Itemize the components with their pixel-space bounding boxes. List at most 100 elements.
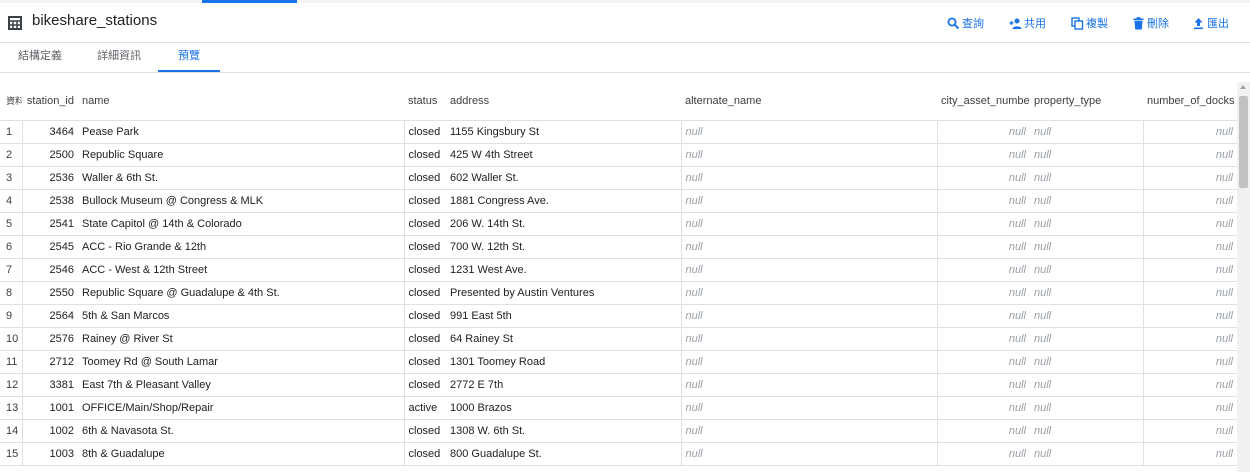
table-row: 6 2545 ACC - Rio Grande & 12th closed 700 W.…: [0, 235, 1237, 259]
cell-number_of_docks: null: [1142, 442, 1237, 466]
cell-status: closed: [403, 258, 446, 282]
cell-address: 1308 W. 6th St.: [446, 419, 681, 443]
table-body: 1 3464 Pease Park closed 1155 Kingsbury St nu…: [0, 120, 1237, 466]
cell-property_type: null: [1030, 281, 1143, 305]
cell-station_id: 2538: [21, 189, 78, 213]
column-header-station_id[interactable]: station_id: [22, 82, 78, 121]
row-number-cell: 12: [0, 373, 22, 397]
share-label: 共用: [1024, 18, 1046, 30]
row-number-cell: 11: [0, 350, 22, 374]
cell-name: State Capitol @ 14th & Colorado: [78, 212, 404, 236]
tab-preview[interactable]: 預覽: [158, 43, 220, 72]
cell-property_type: null: [1030, 350, 1143, 374]
cell-number_of_docks: null: [1142, 258, 1237, 282]
cell-name: Republic Square @ Guadalupe & 4th St.: [78, 281, 404, 305]
cell-name: Toomey Rd @ South Lamar: [78, 350, 404, 374]
cell-alternate_name: null: [680, 120, 937, 144]
cell-city_asset_number: null: [936, 281, 1030, 305]
table-icon: [8, 16, 22, 30]
row-number-cell: 2: [0, 143, 22, 167]
cell-number_of_docks: null: [1142, 212, 1237, 236]
cell-alternate_name: null: [680, 258, 937, 282]
cell-name: ACC - West & 12th Street: [78, 258, 404, 282]
tab-details[interactable]: 詳細資訊: [88, 43, 150, 72]
table-row: 4 2538 Bullock Museum @ Congress & MLK clos…: [0, 189, 1237, 213]
cell-address: 800 Guadalupe St.: [446, 442, 681, 466]
cell-alternate_name: null: [680, 419, 937, 443]
row-number-cell: 7: [0, 258, 22, 282]
cell-city_asset_number: null: [936, 258, 1030, 282]
search-icon: [947, 17, 960, 29]
cell-property_type: null: [1030, 235, 1143, 259]
cell-station_id: 2576: [21, 327, 78, 351]
cell-city_asset_number: null: [936, 442, 1030, 466]
table-row: 1 3464 Pease Park closed 1155 Kingsbury St nu…: [0, 120, 1237, 144]
cell-address: 425 W 4th Street: [446, 143, 681, 167]
column-header-property_type[interactable]: property_type: [1030, 82, 1143, 121]
scrollbar-thumb[interactable]: [1239, 96, 1248, 188]
row-number-header: 資料列: [0, 82, 22, 121]
share-button[interactable]: 共用: [1009, 14, 1046, 32]
query-button[interactable]: 查詢: [947, 14, 984, 32]
cell-address: 1301 Toomey Road: [446, 350, 681, 374]
cell-name: 6th & Navasota St.: [78, 419, 404, 443]
cell-city_asset_number: null: [936, 419, 1030, 443]
tab-schema[interactable]: 結構定義: [10, 43, 70, 72]
table-row: 11 2712 Toomey Rd @ South Lamar closed 1301 …: [0, 350, 1237, 374]
copy-label: 複製: [1086, 18, 1108, 30]
cell-address: 991 East 5th: [446, 304, 681, 328]
cell-property_type: null: [1030, 189, 1143, 213]
column-header-status[interactable]: status: [404, 82, 446, 121]
delete-button[interactable]: 刪除: [1132, 14, 1169, 32]
vertical-scrollbar[interactable]: [1237, 82, 1250, 472]
column-header-city_asset_number[interactable]: city_asset_number: [937, 82, 1030, 121]
cell-number_of_docks: null: [1142, 419, 1237, 443]
copy-button[interactable]: 複製: [1071, 14, 1108, 32]
cell-number_of_docks: null: [1142, 304, 1237, 328]
cell-property_type: null: [1030, 143, 1143, 167]
cell-property_type: null: [1030, 258, 1143, 282]
table-header-bar: bikeshare_stations 查詢 共用 複製 刪除 匯出: [0, 3, 1250, 43]
cell-number_of_docks: null: [1142, 143, 1237, 167]
table-row: 15 1003 8th & Guadalupe closed 800 Guadalupe…: [0, 442, 1237, 466]
cell-property_type: null: [1030, 212, 1143, 236]
cell-property_type: null: [1030, 442, 1143, 466]
cell-name: 5th & San Marcos: [78, 304, 404, 328]
cell-city_asset_number: null: [936, 235, 1030, 259]
cell-number_of_docks: null: [1142, 350, 1237, 374]
query-label: 查詢: [962, 18, 984, 30]
cell-address: Presented by Austin Ventures: [446, 281, 681, 305]
cell-station_id: 2546: [21, 258, 78, 282]
scroll-up-arrow-icon[interactable]: [1240, 85, 1246, 89]
cell-number_of_docks: null: [1142, 281, 1237, 305]
cell-name: Pease Park: [78, 120, 404, 144]
cell-city_asset_number: null: [936, 396, 1030, 420]
column-header-address[interactable]: address: [446, 82, 681, 121]
row-number-cell: 15: [0, 442, 22, 466]
export-button[interactable]: 匯出: [1192, 14, 1229, 32]
column-header-number_of_docks[interactable]: number_of_docks: [1143, 82, 1237, 121]
cell-status: closed: [403, 166, 446, 190]
cell-property_type: null: [1030, 419, 1143, 443]
tab-bar: 結構定義 詳細資訊 預覽: [0, 43, 1250, 73]
row-number-cell: 1: [0, 120, 22, 144]
cell-name: Bullock Museum @ Congress & MLK: [78, 189, 404, 213]
cell-alternate_name: null: [680, 350, 937, 374]
cell-property_type: null: [1030, 327, 1143, 351]
cell-status: closed: [403, 235, 446, 259]
upload-icon: [1194, 17, 1203, 29]
cell-name: Waller & 6th St.: [78, 166, 404, 190]
preview-table: 資料列 station_id name status address alter…: [0, 82, 1237, 466]
table-row: 7 2546 ACC - West & 12th Street closed 1231 …: [0, 258, 1237, 282]
cell-number_of_docks: null: [1142, 166, 1237, 190]
cell-city_asset_number: null: [936, 166, 1030, 190]
cell-alternate_name: null: [680, 304, 937, 328]
column-header-alternate_name[interactable]: alternate_name: [681, 82, 937, 121]
cell-status: closed: [403, 419, 446, 443]
cell-station_id: 2550: [21, 281, 78, 305]
cell-station_id: 2545: [21, 235, 78, 259]
column-header-name[interactable]: name: [78, 82, 404, 121]
cell-city_asset_number: null: [936, 212, 1030, 236]
cell-status: closed: [403, 281, 446, 305]
cell-name: East 7th & Pleasant Valley: [78, 373, 404, 397]
